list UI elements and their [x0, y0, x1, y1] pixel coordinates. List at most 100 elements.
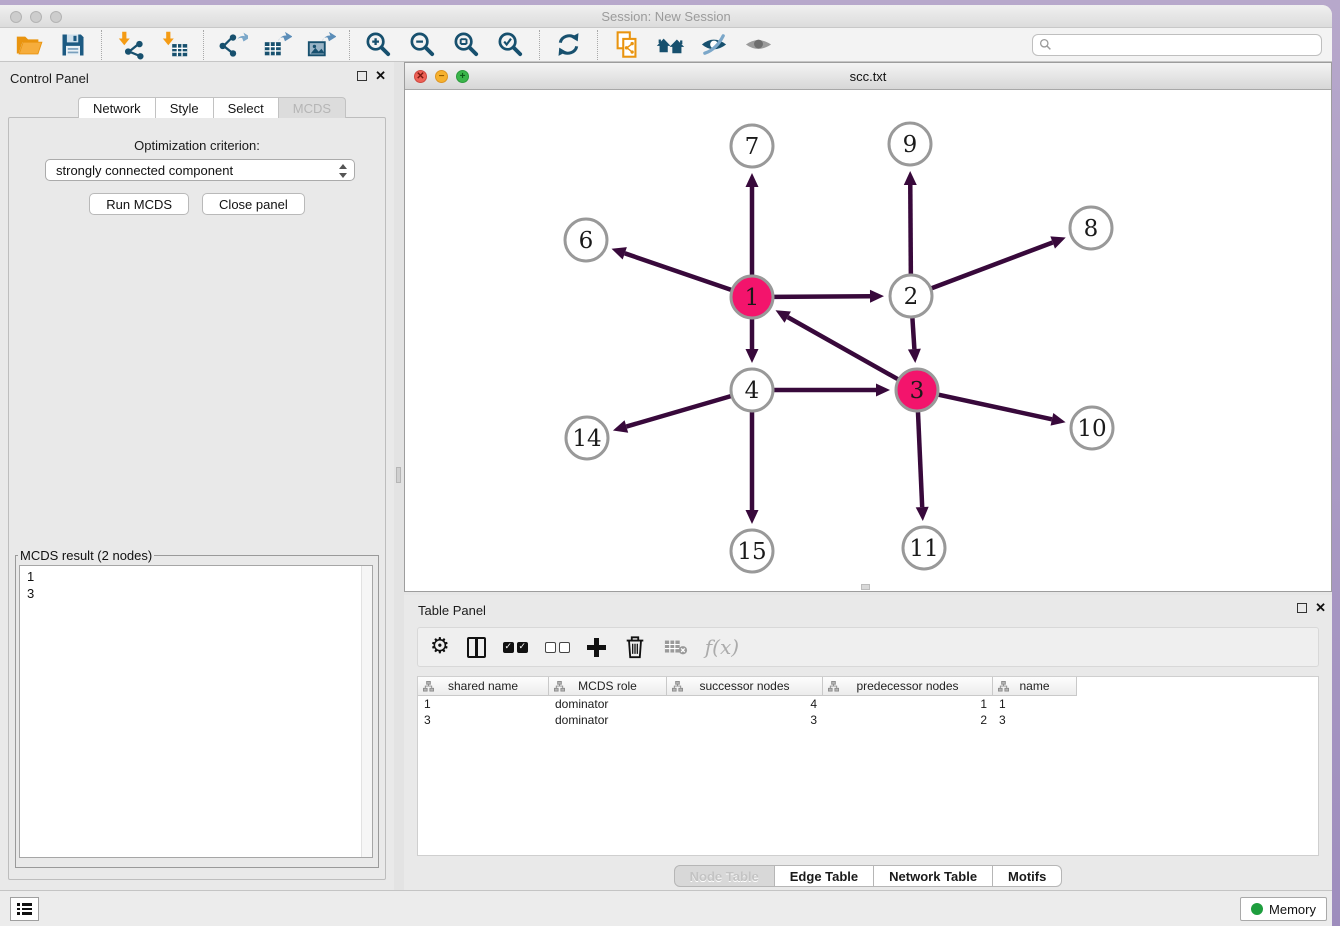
panel-splitter[interactable]	[394, 62, 404, 890]
edge-arrowhead	[1050, 236, 1065, 248]
open-session-button[interactable]	[13, 29, 44, 60]
table-settings-button[interactable]: ⚙	[430, 634, 450, 660]
refresh-layout-button[interactable]	[553, 29, 584, 60]
table-row[interactable]: 1dominator411	[418, 696, 1318, 712]
graph-edge-2-3[interactable]	[912, 318, 914, 349]
deselect-all-columns-button[interactable]	[545, 634, 570, 660]
tab-style[interactable]: Style	[156, 97, 214, 118]
graph-edge-4-14[interactable]	[626, 396, 731, 426]
checked-box-icon: ✓	[517, 642, 528, 653]
result-scrollbar[interactable]	[361, 566, 372, 857]
hide-graphics-button[interactable]	[699, 29, 730, 60]
optimization-criterion-label: Optimization criterion:	[9, 138, 385, 153]
application-window: Session: New Session	[0, 5, 1332, 926]
refresh-icon	[554, 30, 583, 59]
show-graphics-button[interactable]	[743, 29, 774, 60]
graph-edge-3-10[interactable]	[938, 395, 1051, 420]
delete-column-button[interactable]	[623, 634, 647, 660]
table-cell[interactable]: 3	[667, 712, 823, 728]
result-line: 1	[27, 568, 372, 585]
column-header-shared-name[interactable]: shared name	[418, 677, 549, 696]
float-table-panel-icon[interactable]	[1297, 603, 1307, 613]
table-toolbar: ⚙ ✓✓ f(x)	[417, 627, 1319, 667]
tab-network[interactable]: Network	[78, 97, 156, 118]
select-arrows-icon	[338, 163, 348, 179]
control-panel: Control Panel ✕ NetworkStyleSelectMCDS O…	[0, 62, 394, 890]
column-header-label: shared name	[448, 679, 518, 693]
select-all-columns-button[interactable]: ✓✓	[503, 634, 528, 660]
table-cell[interactable]: 3	[418, 712, 549, 728]
network-window-titlebar[interactable]: ✕ − + scc.txt	[405, 63, 1331, 90]
add-column-button[interactable]	[587, 634, 606, 660]
network-canvas[interactable]: 7968124314101511	[405, 90, 1331, 591]
import-network-button[interactable]	[115, 29, 146, 60]
import-table-button[interactable]	[159, 29, 190, 60]
float-panel-icon[interactable]	[357, 71, 367, 81]
zoom-selected-icon	[496, 30, 525, 59]
tab-node-table[interactable]: Node Table	[674, 865, 775, 887]
zoom-in-button[interactable]	[363, 29, 394, 60]
export-table-button[interactable]	[261, 29, 292, 60]
table-body: 1dominator4113dominator323	[418, 696, 1318, 728]
export-image-button[interactable]	[305, 29, 336, 60]
column-header-MCDS-role[interactable]: MCDS role	[549, 677, 667, 696]
tab-motifs[interactable]: Motifs	[993, 865, 1062, 887]
export-image-icon	[306, 30, 336, 60]
first-neighbors-button[interactable]	[655, 29, 686, 60]
edge-arrowhead	[746, 510, 759, 524]
task-history-button[interactable]	[10, 897, 39, 921]
unchecked-box-icon	[559, 642, 570, 653]
close-panel-icon[interactable]: ✕	[375, 71, 386, 81]
tab-edge-table[interactable]: Edge Table	[775, 865, 874, 887]
zoom-out-button[interactable]	[407, 29, 438, 60]
clone-network-button[interactable]	[611, 29, 642, 60]
close-table-panel-icon[interactable]: ✕	[1315, 603, 1326, 613]
graph-edge-1-2[interactable]	[774, 296, 870, 297]
table-cell[interactable]: 3	[993, 712, 1077, 728]
zoom-fit-button[interactable]	[451, 29, 482, 60]
column-header-label: MCDS role	[578, 679, 637, 693]
run-mcds-button[interactable]: Run MCDS	[89, 193, 189, 215]
tab-network-table[interactable]: Network Table	[874, 865, 993, 887]
eye-slash-icon	[699, 30, 730, 59]
search-input[interactable]	[1032, 34, 1322, 56]
column-header-successor-nodes[interactable]: successor nodes	[667, 677, 823, 696]
status-bar: Memory	[0, 890, 1332, 926]
table-cell[interactable]: 4	[667, 696, 823, 712]
graph-node-label: 4	[745, 378, 760, 404]
table-cell[interactable]: 1	[823, 696, 993, 712]
function-builder-button-disabled: f(x)	[705, 634, 739, 660]
splitter-grip[interactable]	[396, 467, 401, 483]
graph-edge-2-9[interactable]	[910, 185, 911, 274]
export-network-button[interactable]	[217, 29, 248, 60]
mcds-result-textarea[interactable]: 13	[19, 565, 373, 858]
zoom-selected-button[interactable]	[495, 29, 526, 60]
table-cell[interactable]: 2	[823, 712, 993, 728]
memory-status-dot	[1251, 903, 1263, 915]
close-panel-button[interactable]: Close panel	[202, 193, 305, 215]
graph-edge-3-11[interactable]	[918, 412, 922, 507]
show-columns-button[interactable]	[467, 634, 486, 660]
save-session-button[interactable]	[57, 29, 88, 60]
graph-edge-3-1[interactable]	[788, 317, 898, 379]
edge-arrowhead	[916, 507, 929, 521]
memory-button[interactable]: Memory	[1240, 897, 1327, 921]
table-cell[interactable]: 1	[993, 696, 1077, 712]
table-cell[interactable]: dominator	[549, 696, 667, 712]
table-row[interactable]: 3dominator323	[418, 712, 1318, 728]
graph-edge-2-8[interactable]	[932, 242, 1053, 288]
canvas-scroll-handle[interactable]	[861, 584, 870, 590]
column-header-name[interactable]: name	[993, 677, 1077, 696]
graph-edge-1-6[interactable]	[625, 253, 731, 290]
graph-node-label: 8	[1084, 216, 1099, 242]
criterion-select[interactable]: strongly connected component	[45, 159, 355, 181]
table-cell[interactable]: dominator	[549, 712, 667, 728]
tab-mcds[interactable]: MCDS	[279, 97, 346, 118]
table-header-row: shared name MCDS role successor nodesprede…	[418, 677, 1318, 696]
edge-arrowhead	[876, 384, 890, 397]
tab-select[interactable]: Select	[214, 97, 279, 118]
column-header-predecessor-nodes[interactable]: predecessor nodes	[823, 677, 993, 696]
table-cell[interactable]: 1	[418, 696, 549, 712]
delete-table-button-disabled	[664, 634, 688, 660]
mcds-result-title: MCDS result (2 nodes)	[18, 548, 154, 563]
